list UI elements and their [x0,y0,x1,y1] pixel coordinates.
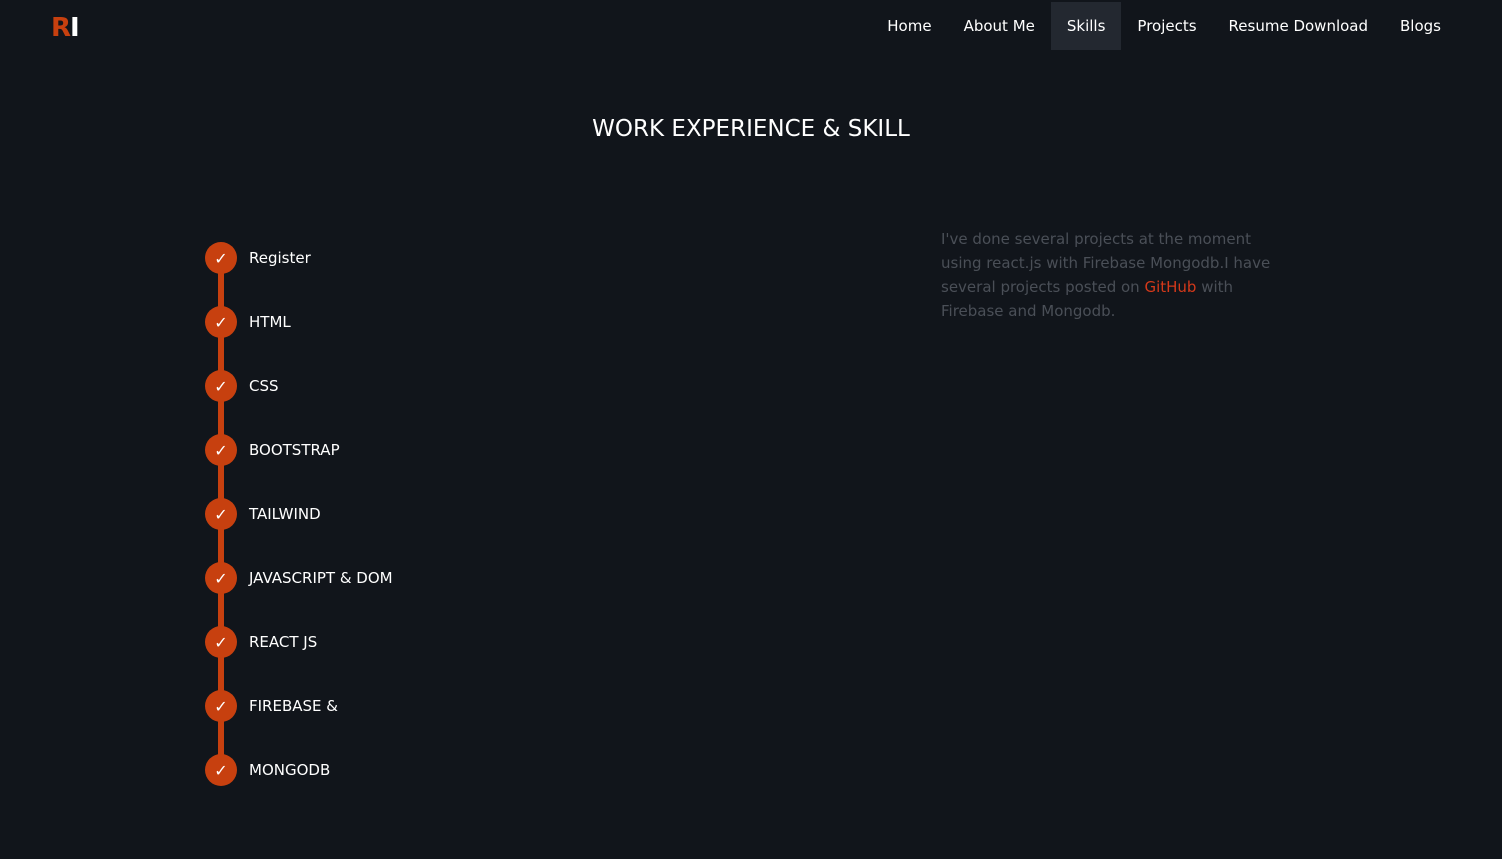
skill-label: HTML [249,313,291,331]
nav-skills[interactable]: Skills [1050,2,1122,50]
skill-item: ✓ Register [205,242,311,274]
nav-blogs[interactable]: Blogs [1384,2,1457,50]
skill-label: TAILWIND [249,505,321,523]
skill-item: ✓ HTML [205,306,291,338]
skill-item: ✓ TAILWIND [205,498,321,530]
main-nav: Home About Me Skills Projects Resume Dow… [871,2,1457,50]
nav-about-me[interactable]: About Me [948,2,1051,50]
skill-label: JAVASCRIPT & DOM [249,569,393,587]
nav-home[interactable]: Home [871,2,947,50]
skill-label: REACT JS [249,633,318,651]
skill-item: ✓ MONGODB [205,754,330,786]
skill-label: CSS [249,377,279,395]
nav-resume-download[interactable]: Resume Download [1213,2,1384,50]
check-icon: ✓ [205,498,237,530]
skill-item: ✓ CSS [205,370,279,402]
check-icon: ✓ [205,626,237,658]
check-icon: ✓ [205,242,237,274]
check-icon: ✓ [205,690,237,722]
check-icon: ✓ [205,754,237,786]
experience-description: I've done several projects at the moment… [941,227,1286,323]
check-icon: ✓ [205,370,237,402]
skill-label: FIREBASE & [249,697,338,715]
nav-projects[interactable]: Projects [1121,2,1212,50]
logo-letter-i: I [70,13,80,43]
skill-label: MONGODB [249,761,331,779]
check-icon: ✓ [205,562,237,594]
skill-item: ✓ FIREBASE & [205,690,338,722]
site-logo[interactable]: RI [51,13,80,43]
skill-label: BOOTSTRAP [249,441,340,459]
github-link[interactable]: GitHub [1144,278,1196,296]
check-icon: ✓ [205,306,237,338]
section-title: WORK EXPERIENCE & SKILL [592,116,910,142]
skill-item: ✓ REACT JS [205,626,317,658]
check-icon: ✓ [205,434,237,466]
logo-letter-r: R [51,13,71,43]
skill-item: ✓ JAVASCRIPT & DOM [205,562,393,594]
skill-label: Register [249,249,311,267]
skill-item: ✓ BOOTSTRAP [205,434,340,466]
